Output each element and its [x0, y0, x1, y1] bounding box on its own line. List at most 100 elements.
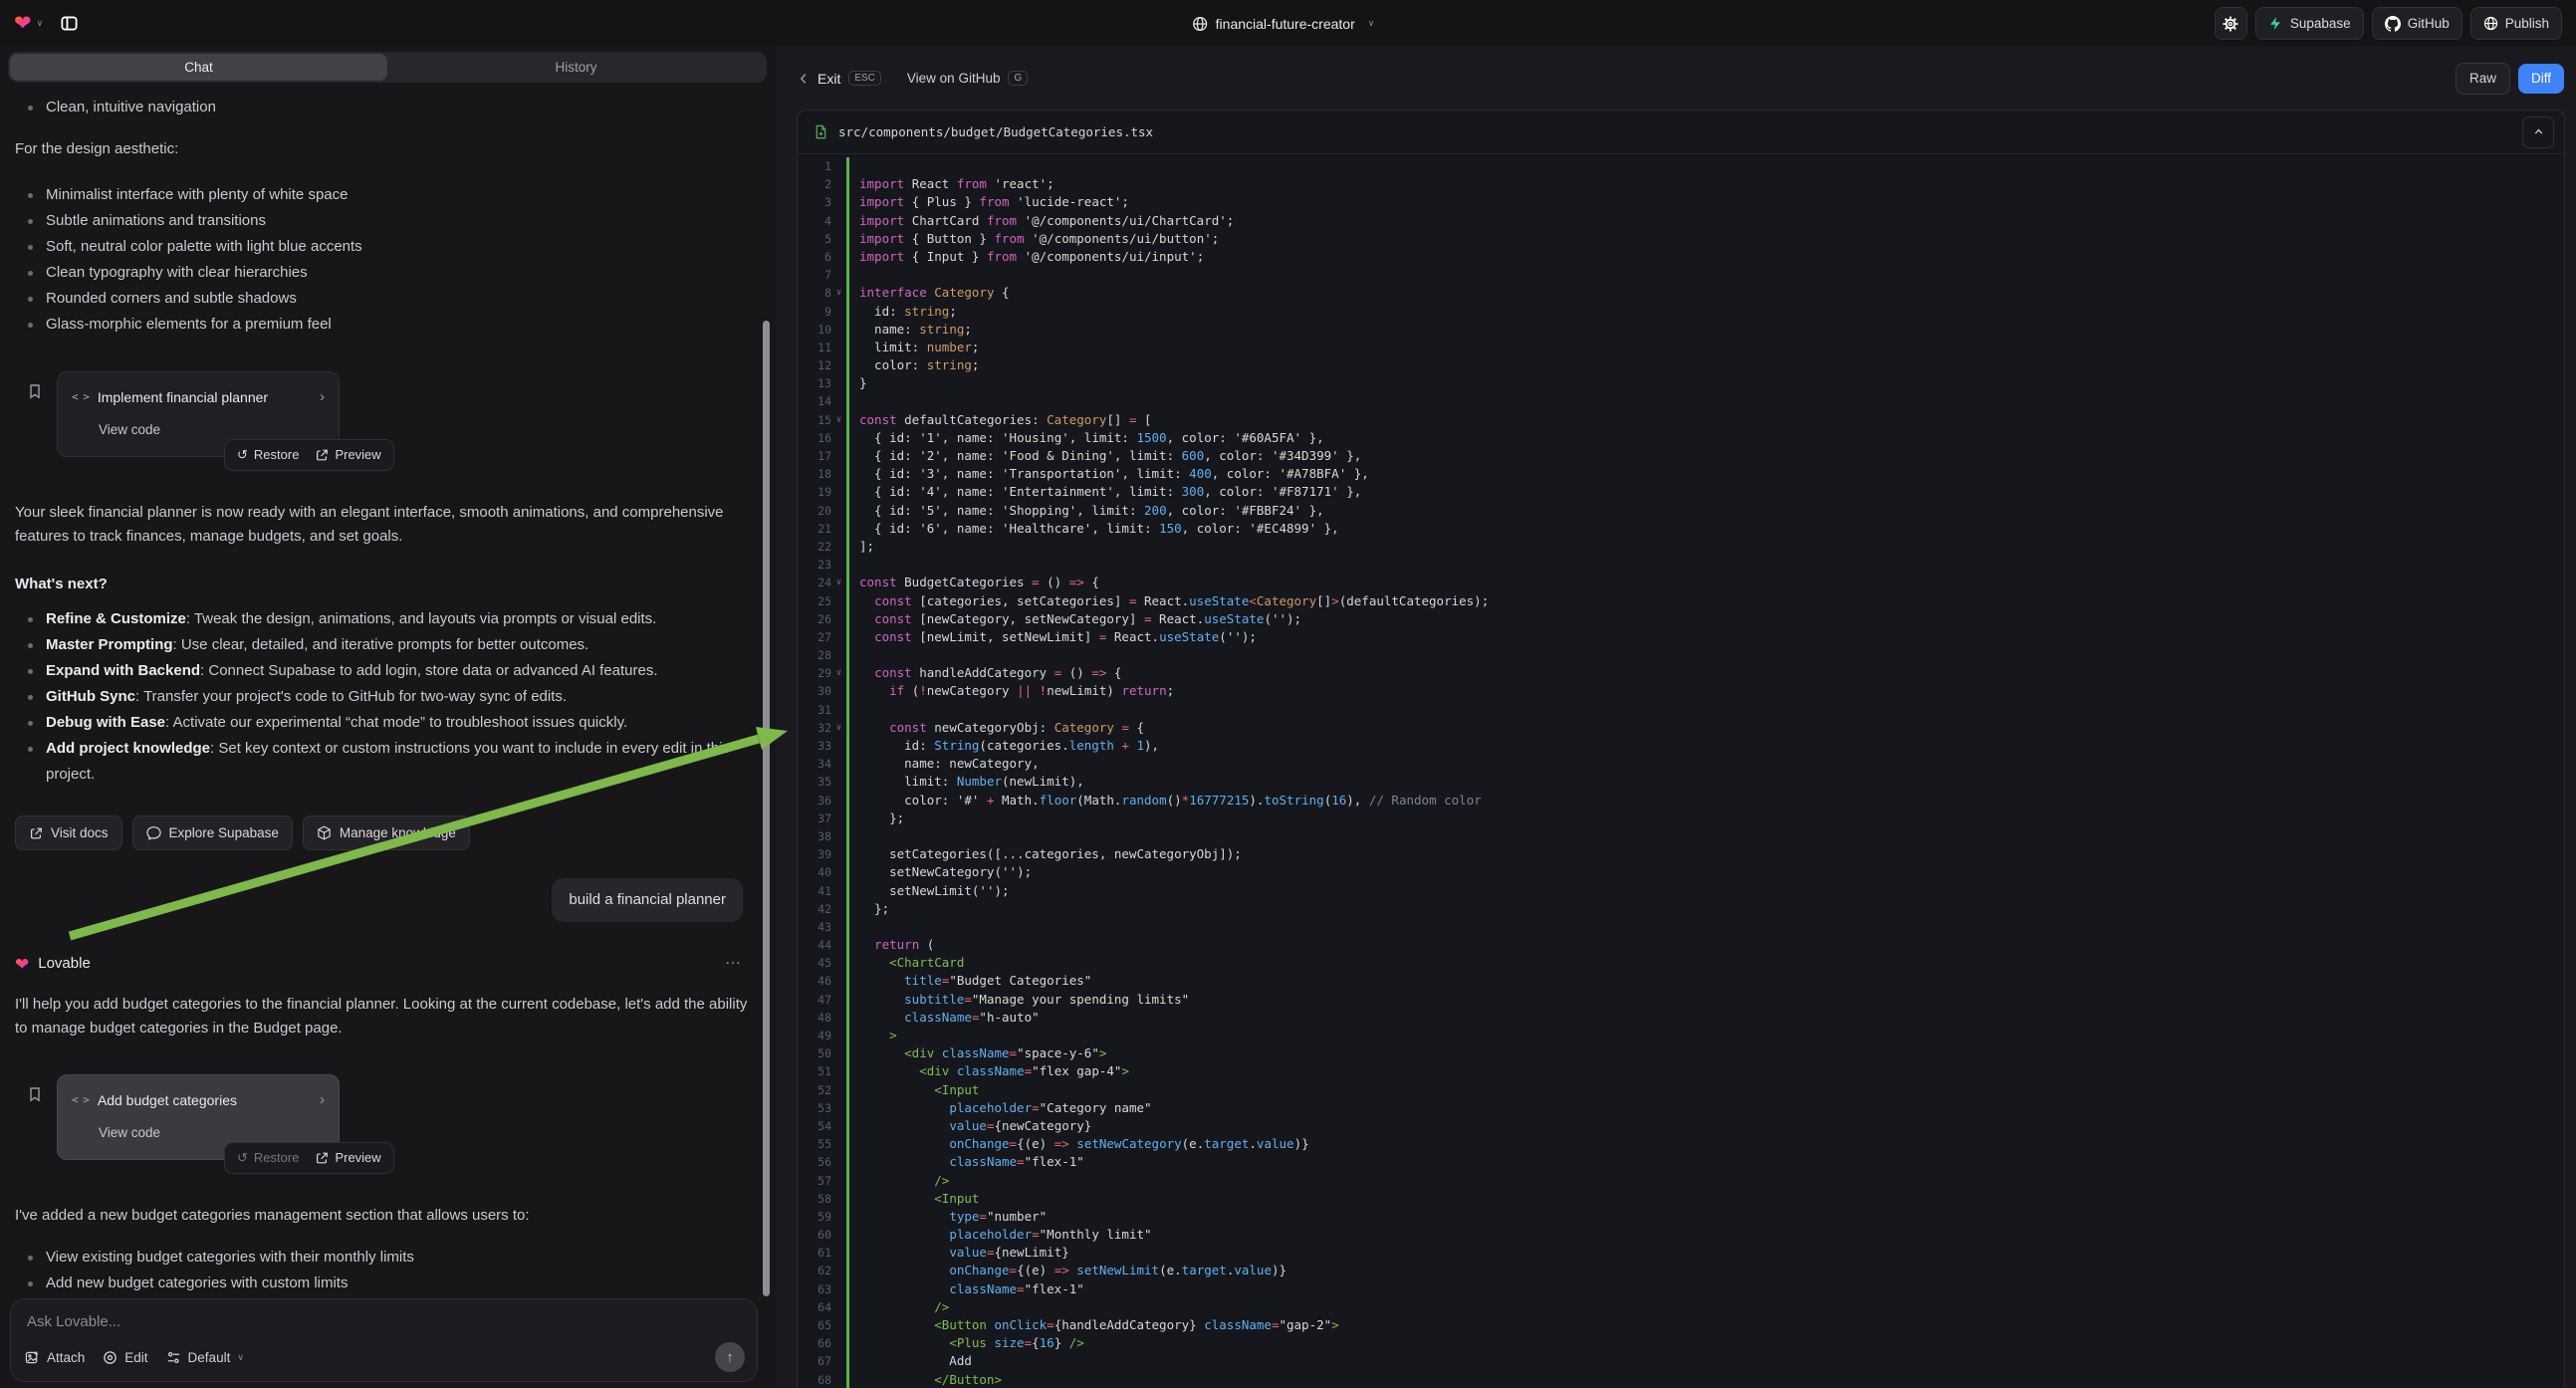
line-number: 44 [798, 936, 831, 954]
code-line: 22]; [798, 538, 2564, 556]
project-name: financial-future-creator [1216, 16, 1355, 32]
supabase-button[interactable]: Supabase [2255, 7, 2364, 40]
attach-button[interactable]: Attach [25, 1350, 85, 1365]
version-card[interactable]: < >Add budget categories›View code↺Resto… [57, 1074, 340, 1160]
view-on-github-button[interactable]: View on GitHub [907, 71, 1001, 86]
code-line: 58 <Input [798, 1190, 2564, 1208]
restore-button[interactable]: ↺Restore [237, 1146, 299, 1170]
fold-toggle-icon[interactable]: ∨ [831, 411, 846, 429]
chat-scroll[interactable]: Clean, intuitive navigationFor the desig… [0, 89, 776, 1292]
tab-history[interactable]: History [387, 54, 765, 81]
diff-toggle-button[interactable]: Diff [2518, 64, 2564, 94]
project-switcher[interactable]: financial-future-creator ∨ [1192, 16, 1385, 32]
sliders-icon [166, 1350, 181, 1365]
restore-button[interactable]: ↺Restore [237, 443, 299, 467]
code-line-content: setNewCategory(''); [846, 863, 2564, 881]
code-line: 2import React from 'react'; [798, 175, 2564, 193]
composer-input[interactable]: Ask Lovable... [27, 1313, 743, 1330]
send-button[interactable]: ↑ [715, 1342, 745, 1372]
code-line-content: const [categories, setCategories] = Reac… [846, 592, 2564, 610]
preview-button[interactable]: Preview [315, 1146, 380, 1170]
fold-toggle-icon [831, 303, 846, 321]
line-number: 43 [798, 918, 831, 936]
action-button-explore-supabase[interactable]: Explore Supabase [132, 815, 293, 850]
code-line-content: setCategories([...categories, newCategor… [846, 845, 2564, 863]
code-line: 16 { id: '1', name: 'Housing', limit: 15… [798, 429, 2564, 447]
publish-button[interactable]: Publish [2470, 7, 2562, 40]
code-line: 9 id: string; [798, 303, 2564, 321]
version-card-title: Implement financial planner [98, 385, 268, 409]
tab-chat[interactable]: Chat [10, 54, 387, 81]
line-number: 61 [798, 1244, 831, 1262]
fold-toggle-icon [831, 737, 846, 755]
bookmark-icon[interactable] [27, 383, 43, 399]
code-line: 49 > [798, 1027, 2564, 1044]
code-line-content: if (!newCategory || !newLimit) return; [846, 682, 2564, 700]
chat-scrollbar[interactable] [763, 321, 770, 1296]
fold-toggle-icon [831, 1208, 846, 1226]
line-number: 35 [798, 773, 831, 791]
line-number: 47 [798, 991, 831, 1009]
code-line-content [846, 157, 2564, 175]
code-line-content: } [846, 374, 2564, 392]
quick-actions-row: Visit docs Explore Supabase Manage knowled… [15, 815, 752, 850]
collapse-file-button[interactable] [2522, 116, 2554, 148]
action-button-manage-knowledge[interactable]: Manage knowledge [303, 815, 470, 850]
fold-toggle-icon[interactable]: ∨ [831, 574, 846, 591]
file-path-bar[interactable]: src/components/budget/BudgetCategories.t… [798, 111, 2564, 154]
list-item: View existing budget categories with the… [15, 1245, 752, 1271]
code-line: 17 { id: '2', name: 'Food & Dining', lim… [798, 447, 2564, 465]
fold-toggle-icon [831, 1153, 846, 1171]
code-lines[interactable]: 12import React from 'react';3import { Pl… [798, 155, 2564, 1388]
line-number: 48 [798, 1009, 831, 1027]
fold-toggle-icon [831, 230, 846, 248]
fold-toggle-icon [831, 628, 846, 646]
external-link-icon [315, 448, 329, 462]
fold-toggle-icon [831, 374, 846, 392]
github-button[interactable]: GitHub [2372, 7, 2462, 40]
card-actions-pill: ↺Restore Preview [224, 1142, 394, 1174]
code-line-content: id: String(categories.length + 1), [846, 737, 2564, 755]
edit-button[interactable]: Edit [103, 1350, 147, 1365]
sidebar-toggle-button[interactable] [53, 8, 85, 40]
raw-toggle-button[interactable]: Raw [2456, 63, 2510, 95]
line-number: 23 [798, 556, 831, 574]
list-item: Minimalist interface with plenty of whit… [15, 182, 752, 208]
code-line-content: /> [846, 1172, 2564, 1190]
line-number: 3 [798, 193, 831, 211]
fold-toggle-icon [831, 755, 846, 773]
code-line-content: setNewLimit(''); [846, 882, 2564, 900]
fold-toggle-icon[interactable]: ∨ [831, 284, 846, 302]
settings-button[interactable] [2215, 7, 2247, 40]
code-line-content: className="flex-1" [846, 1153, 2564, 1171]
message-menu-button[interactable]: ⋯ [725, 952, 743, 976]
external-link-icon [29, 826, 43, 840]
action-button-visit-docs[interactable]: Visit docs [15, 815, 122, 850]
code-line: 40 setNewCategory(''); [798, 863, 2564, 881]
action-button-label: Manage knowledge [340, 821, 456, 845]
code-line: 13} [798, 374, 2564, 392]
exit-button[interactable]: Exit [818, 71, 840, 87]
fold-toggle-icon[interactable]: ∨ [831, 664, 846, 682]
fold-toggle-icon [831, 502, 846, 520]
bookmark-icon[interactable] [27, 1086, 43, 1102]
fold-toggle-icon [831, 1135, 846, 1153]
fold-toggle-icon[interactable]: ∨ [831, 719, 846, 737]
list-item-rest: : Connect Supabase to add login, store d… [200, 662, 657, 679]
preview-button[interactable]: Preview [315, 443, 380, 467]
mode-select[interactable]: Default ∨ [166, 1350, 244, 1365]
fold-toggle-icon [831, 610, 846, 628]
line-number: 12 [798, 356, 831, 374]
lovable-logo-icon[interactable]: ❤ [14, 13, 32, 34]
chevron-down-icon[interactable]: ∨ [37, 18, 44, 29]
code-line: 15∨const defaultCategories: Category[] =… [798, 411, 2564, 429]
code-line-content: color: '#' + Math.floor(Math.random()*16… [846, 792, 2564, 810]
fold-toggle-icon [831, 1262, 846, 1279]
line-number: 57 [798, 1172, 831, 1190]
code-line: 12 color: string; [798, 356, 2564, 374]
version-card[interactable]: < >Implement financial planner›View code… [57, 371, 340, 457]
target-icon [103, 1350, 117, 1365]
gear-icon [2223, 16, 2238, 32]
code-line-content: const [newCategory, setNewCategory] = Re… [846, 610, 2564, 628]
fold-toggle-icon [831, 1027, 846, 1044]
